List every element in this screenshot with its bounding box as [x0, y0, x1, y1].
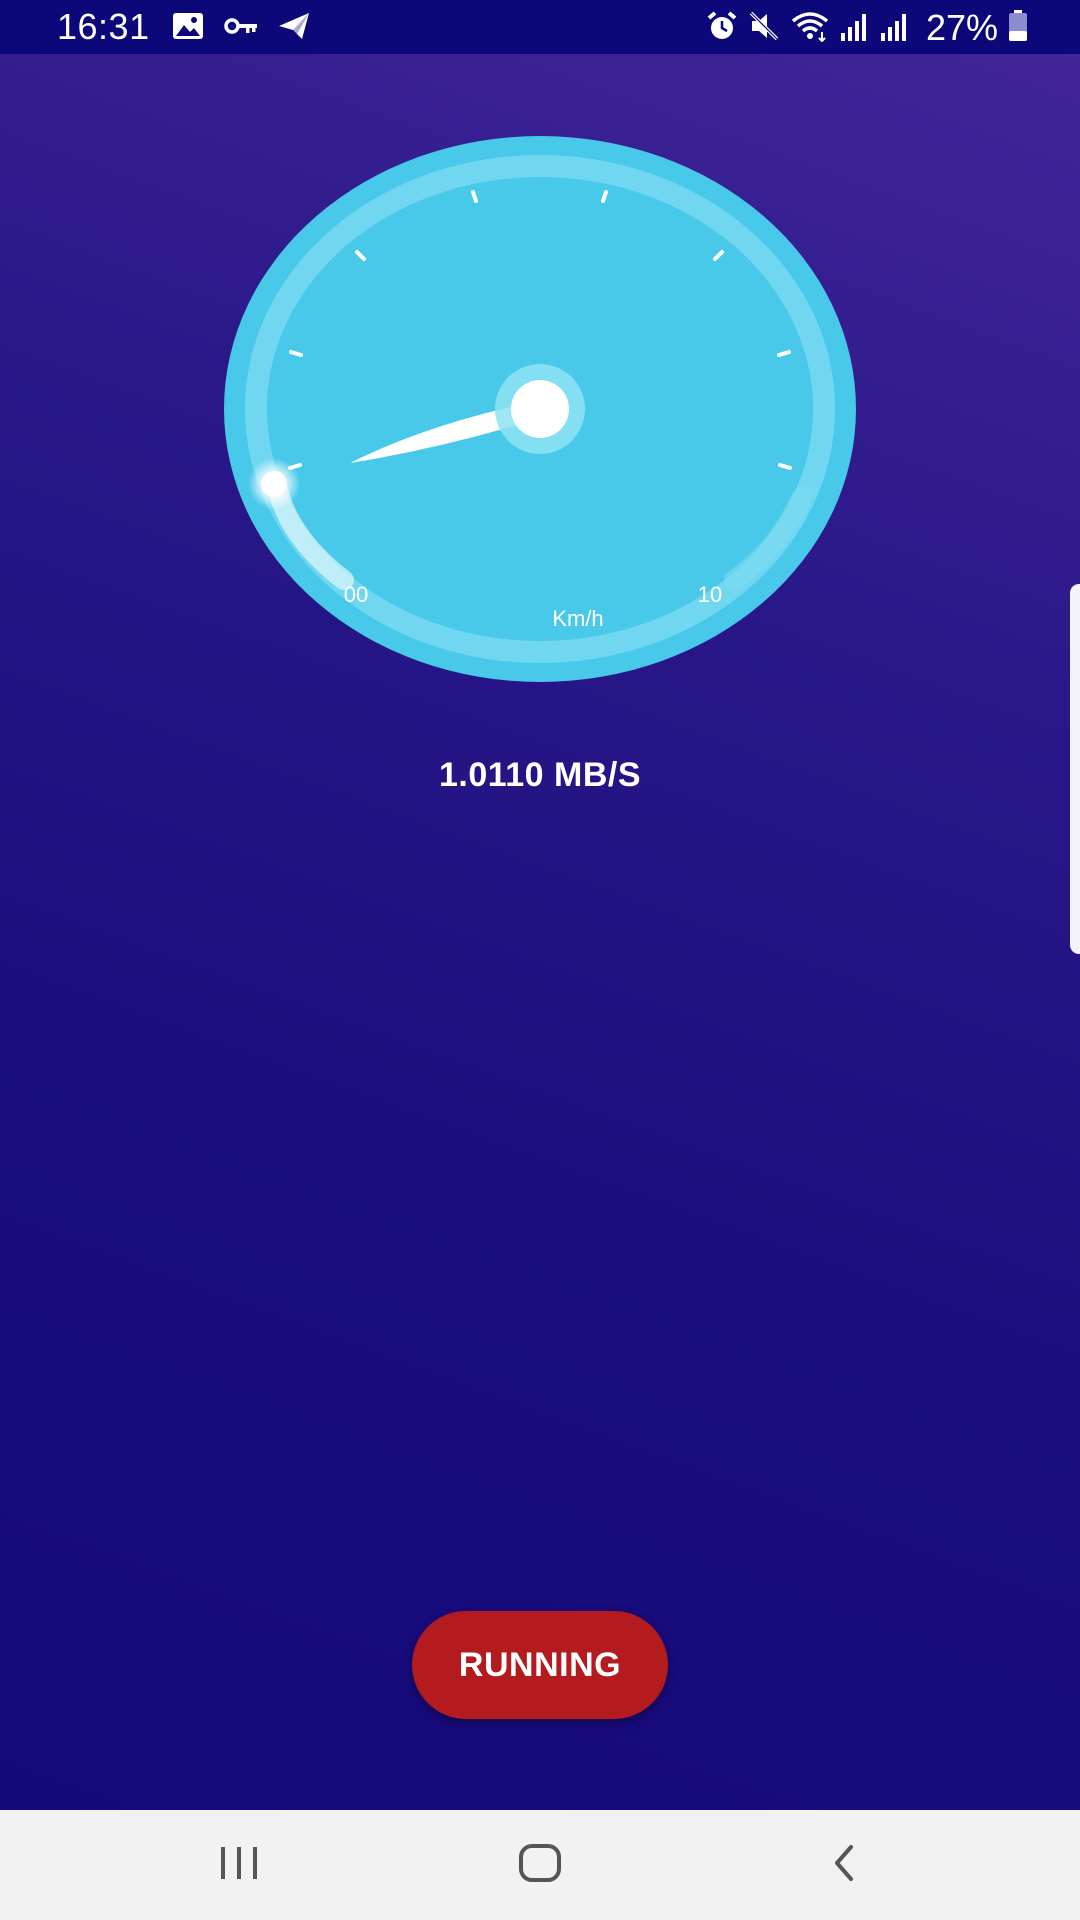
wifi-icon [790, 10, 830, 47]
back-button[interactable] [784, 1810, 904, 1920]
status-notification-icons [172, 12, 310, 44]
status-time: 16:31 [57, 6, 150, 47]
gallery-icon [172, 12, 204, 45]
gauge-min-label: 00 [344, 582, 368, 607]
gauge-hub [511, 380, 569, 438]
status-system-icons: 27% [706, 7, 1028, 48]
gauge-max-label: 10 [698, 582, 722, 607]
recents-button[interactable] [179, 1810, 299, 1920]
speedometer-gauge: 00 10 Km/h [224, 136, 856, 682]
key-icon [224, 16, 258, 41]
alarm-icon [706, 10, 738, 47]
recents-icon [217, 1845, 261, 1886]
send-icon [278, 12, 310, 45]
mute-icon [748, 10, 780, 47]
gauge-unit-label: Km/h [552, 606, 603, 631]
edge-panel-handle[interactable] [1070, 584, 1080, 954]
back-icon [829, 1843, 859, 1888]
home-button[interactable] [480, 1810, 600, 1920]
gauge-marker [261, 471, 287, 497]
home-icon [518, 1843, 562, 1888]
status-bar: 16:31 27% [0, 0, 1080, 54]
speed-readout: 1.0110 MB/S [438, 756, 642, 794]
app-screen: 16:31 27% 00 10 Km/h 1.0110 MB/S RUNNING [0, 0, 1080, 1920]
navigation-bar [0, 1810, 1080, 1920]
battery-icon [1008, 9, 1028, 47]
running-button[interactable]: RUNNING [412, 1611, 668, 1719]
signal-icon [840, 11, 870, 46]
signal-icon [880, 11, 910, 46]
battery-percent: 27% [925, 7, 998, 48]
